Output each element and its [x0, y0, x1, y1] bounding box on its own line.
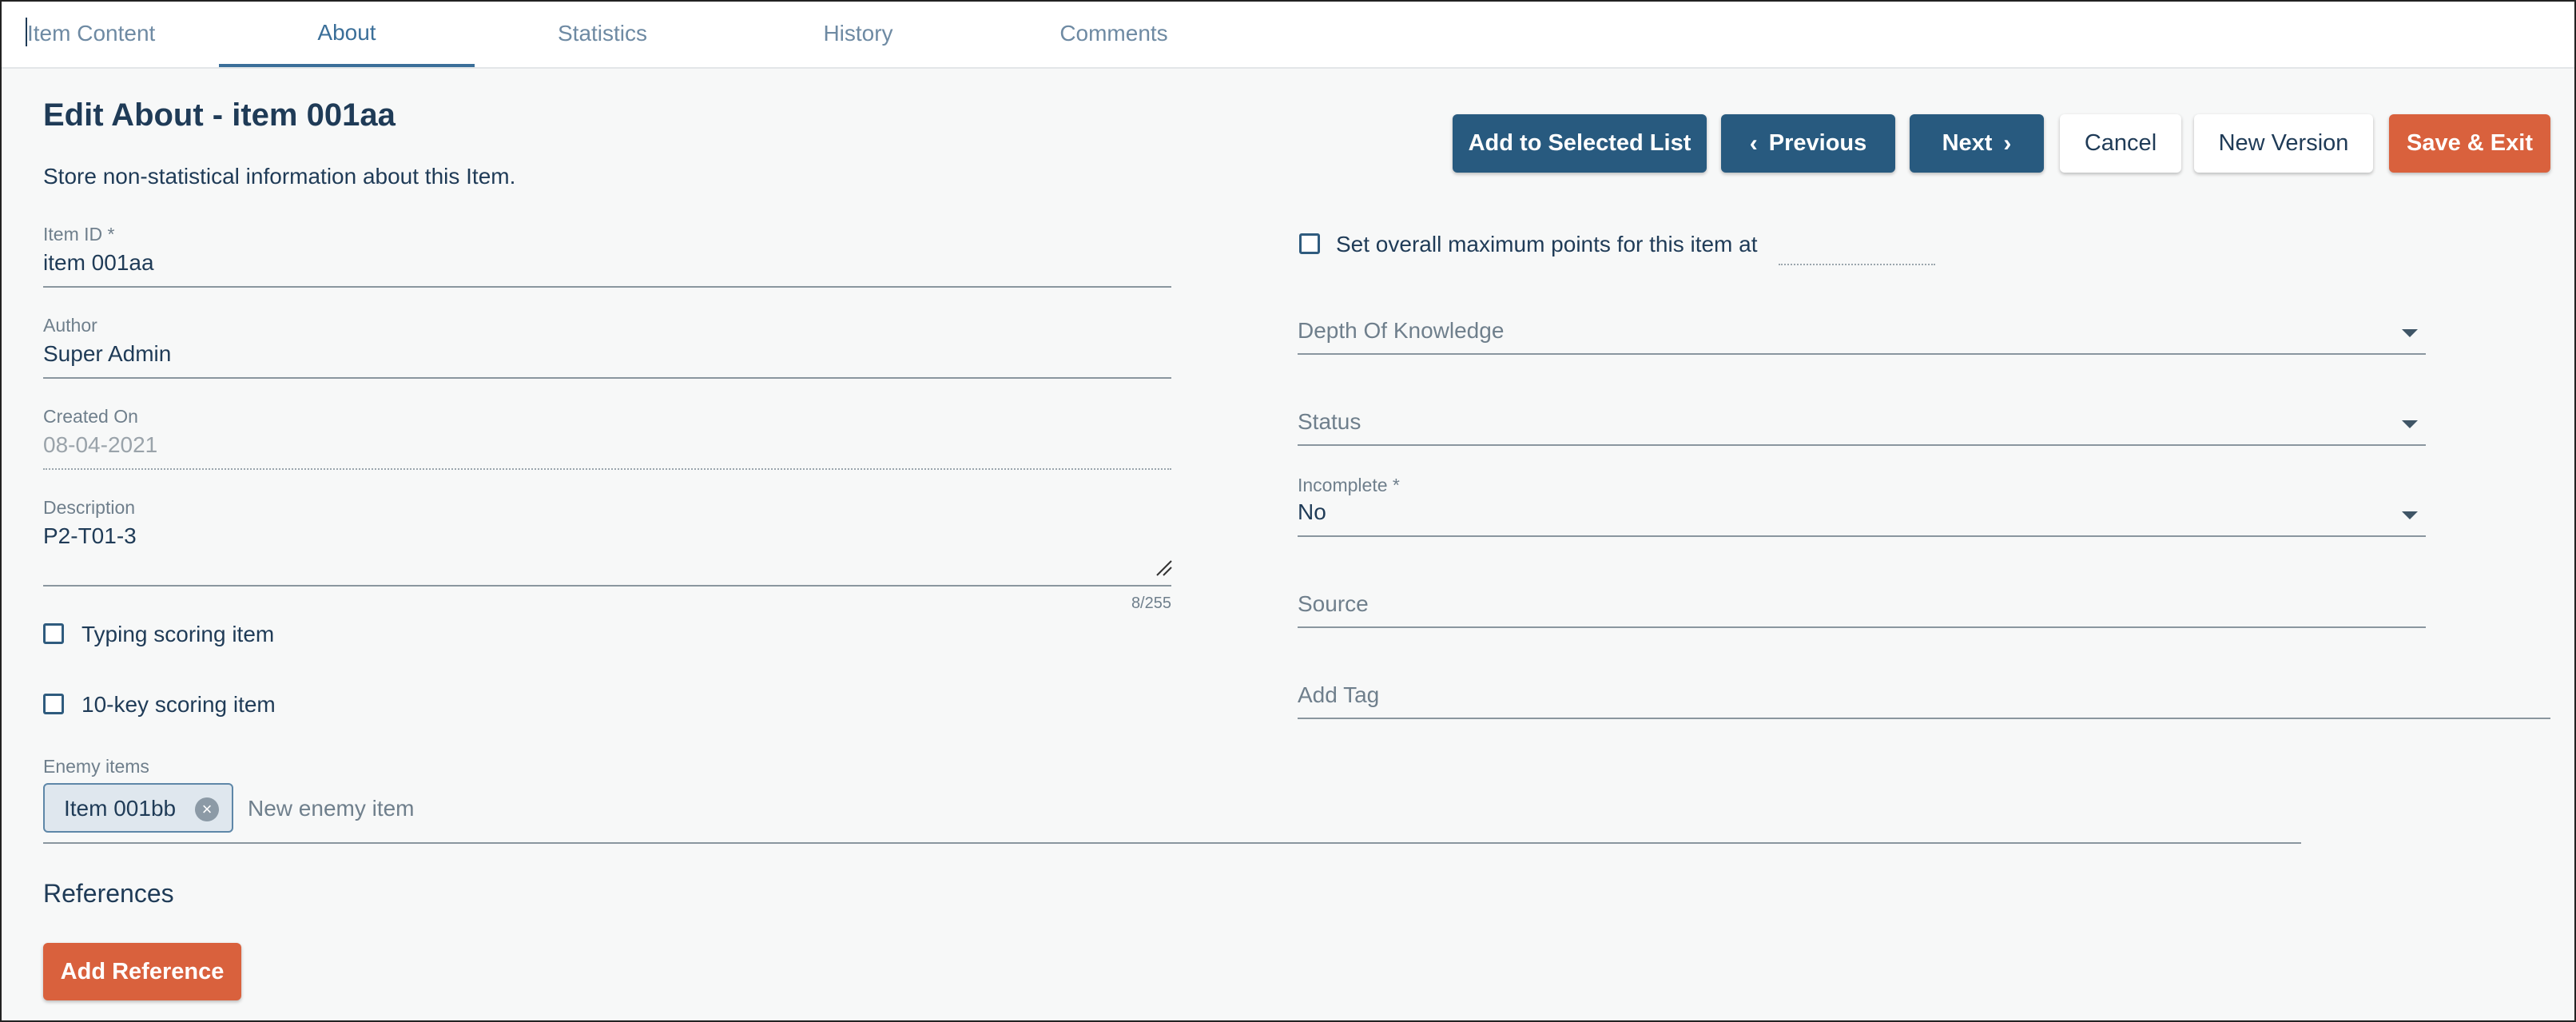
tab-item-content[interactable]: Item Content [27, 2, 163, 66]
tab-comments[interactable]: Comments [986, 2, 1242, 66]
new-version-button[interactable]: New Version [2194, 114, 2373, 173]
chevron-left-icon: ‹ [1749, 129, 1758, 157]
add-tag-field[interactable]: Add Tag [1298, 682, 2550, 721]
tenkey-scoring-checkbox[interactable] [43, 694, 64, 714]
item-id-label: Item ID * [43, 224, 115, 245]
tab-statistics[interactable]: Statistics [475, 2, 730, 66]
previous-label: Previous [1768, 130, 1867, 156]
references-title: References [43, 879, 174, 908]
add-to-selected-list-label: Add to Selected List [1468, 130, 1691, 156]
add-tag-label: Add Tag [1298, 682, 1380, 707]
chevron-right-icon: › [2003, 129, 2012, 157]
description-char-counter: 8/255 [1131, 595, 1171, 612]
source-field[interactable]: Source [1298, 591, 2426, 630]
next-label: Next [1942, 130, 1993, 156]
created-on-value: 08-04-2021 [43, 432, 158, 457]
enemy-item-input[interactable]: New enemy item [248, 796, 415, 821]
caret-down-icon [2402, 329, 2418, 337]
resize-handle-icon[interactable] [1155, 559, 1173, 577]
typing-scoring-checkbox[interactable] [43, 623, 64, 644]
max-points-input[interactable] [1779, 264, 1935, 265]
created-on-underline [43, 468, 1171, 470]
author-field[interactable]: Author Super Admin [43, 315, 1171, 380]
depth-of-knowledge-underline [1298, 353, 2426, 355]
author-label: Author [43, 315, 97, 336]
caret-down-icon [2402, 420, 2418, 428]
depth-of-knowledge-label: Depth Of Knowledge [1298, 318, 1505, 343]
incomplete-underline [1298, 535, 2426, 537]
tab-bar: Item Content About Statistics History Co… [2, 2, 2574, 69]
add-reference-button[interactable]: Add Reference [43, 943, 241, 1000]
typing-scoring-label: Typing scoring item [81, 622, 275, 646]
close-circle-icon[interactable]: × [195, 797, 219, 821]
author-value[interactable]: Super Admin [43, 341, 1171, 367]
enemy-item-chip: Item 001bb × [43, 783, 233, 833]
item-id-value[interactable]: item 001aa [43, 250, 1171, 276]
max-points-label: Set overall maximum points for this item… [1336, 232, 1758, 256]
created-on-label: Created On [43, 406, 138, 427]
add-to-selected-list-button[interactable]: Add to Selected List [1453, 114, 1707, 173]
caret-down-icon [2402, 511, 2418, 519]
author-underline [43, 377, 1171, 379]
description-label: Description [43, 497, 136, 518]
incomplete-select[interactable]: Incomplete * No [1298, 475, 2426, 539]
status-label: Status [1298, 409, 1362, 434]
previous-button[interactable]: ‹ Previous [1721, 114, 1895, 173]
add-tag-underline [1298, 718, 2550, 719]
depth-of-knowledge-select[interactable]: Depth Of Knowledge [1298, 318, 2426, 356]
next-button[interactable]: Next › [1910, 114, 2044, 173]
page-title: Edit About - item 001aa [43, 97, 396, 133]
tab-history[interactable]: History [730, 2, 986, 66]
save-exit-label: Save & Exit [2407, 130, 2533, 156]
new-version-label: New Version [2218, 130, 2349, 156]
created-on-field: Created On 08-04-2021 [43, 406, 1171, 471]
incomplete-label: Incomplete * [1298, 475, 1400, 495]
tab-about[interactable]: About [219, 2, 475, 67]
cancel-button[interactable]: Cancel [2060, 114, 2181, 173]
status-underline [1298, 444, 2426, 446]
save-exit-button[interactable]: Save & Exit [2389, 114, 2550, 173]
description-value[interactable]: P2-T01-3 [43, 523, 1171, 549]
incomplete-value: No [1298, 499, 1326, 524]
tenkey-scoring-label: 10-key scoring item [81, 692, 276, 717]
status-select[interactable]: Status [1298, 409, 2426, 447]
page-subtitle: Store non-statistical information about … [43, 164, 516, 189]
app-frame: Item Content About Statistics History Co… [0, 0, 2576, 1022]
source-label: Source [1298, 591, 1369, 616]
item-id-field[interactable]: Item ID * item 001aa [43, 224, 1171, 289]
enemy-items-underline [43, 842, 2301, 844]
source-underline [1298, 626, 2426, 628]
description-underline [43, 585, 1171, 587]
item-id-underline [43, 286, 1171, 288]
description-field[interactable]: Description P2-T01-3 8/255 [43, 497, 1173, 617]
cancel-label: Cancel [2084, 130, 2157, 156]
enemy-items-label: Enemy items [43, 756, 149, 777]
enemy-item-chip-label: Item 001bb [64, 796, 177, 821]
add-reference-label: Add Reference [60, 958, 225, 984]
max-points-checkbox[interactable] [1299, 233, 1320, 254]
